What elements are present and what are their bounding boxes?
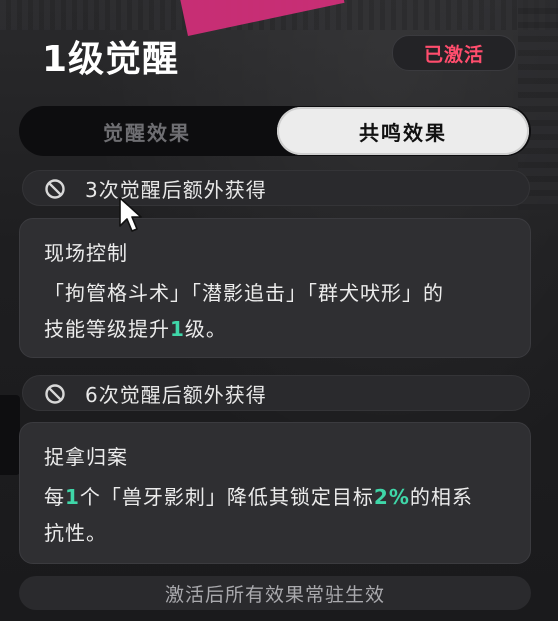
section-header-6x: 6次觉醒后额外获得: [22, 375, 530, 411]
effect-text: 每: [44, 485, 65, 509]
footer-note: 激活后所有效果常驻生效: [19, 576, 531, 610]
ban-icon: [45, 179, 65, 199]
ban-icon: [45, 384, 65, 404]
effect-text: 的相系: [409, 485, 473, 509]
effect-description-line: 每1个「兽牙影刺」降低其锁定目标2%的相系: [44, 481, 473, 510]
highlight-value: 2%: [373, 485, 410, 509]
mouse-cursor-icon: [119, 197, 142, 232]
section-header-3x: 3次觉醒后额外获得: [22, 170, 530, 206]
section-heading: 6次觉醒后额外获得: [85, 382, 267, 407]
effect-card-arrest: 捉拿归案 每1个「兽牙影刺」降低其锁定目标2%的相系 抗性。: [19, 422, 531, 564]
effect-text: 技能等级提升: [44, 317, 170, 341]
tab-resonance-effect[interactable]: 共鸣效果: [277, 107, 529, 155]
effect-text: 级。: [184, 317, 227, 341]
page-title: 1级觉醒: [42, 39, 180, 80]
background-edge: [0, 395, 20, 475]
effect-description-line: 抗性。: [44, 521, 107, 545]
effect-card-control: 现场控制 「拘管格斗术」「潜影追击」「群犬吠形」的 技能等级提升1级。: [19, 218, 531, 358]
effect-description-line: 技能等级提升1级。: [44, 313, 227, 342]
effect-text: 个「兽牙影刺」降低其锁定目标: [79, 485, 374, 509]
section-heading: 3次觉醒后额外获得: [85, 177, 267, 202]
effect-description-line: 「拘管格斗术」「潜影追击」「群犬吠形」的: [44, 281, 444, 305]
tab-bar: 觉醒效果 共鸣效果: [19, 106, 531, 156]
awakening-panel: 1级觉醒 已激活 觉醒效果 共鸣效果 3次觉醒后额外获得 现场控制 「拘管格斗术…: [0, 0, 558, 621]
highlight-value: 1: [170, 317, 185, 341]
tab-awakening-effect[interactable]: 觉醒效果: [19, 106, 275, 156]
effect-title: 捉拿归案: [44, 445, 128, 469]
status-badge: 已激活: [392, 35, 516, 71]
highlight-value: 1: [65, 485, 80, 509]
effect-title: 现场控制: [44, 241, 128, 265]
